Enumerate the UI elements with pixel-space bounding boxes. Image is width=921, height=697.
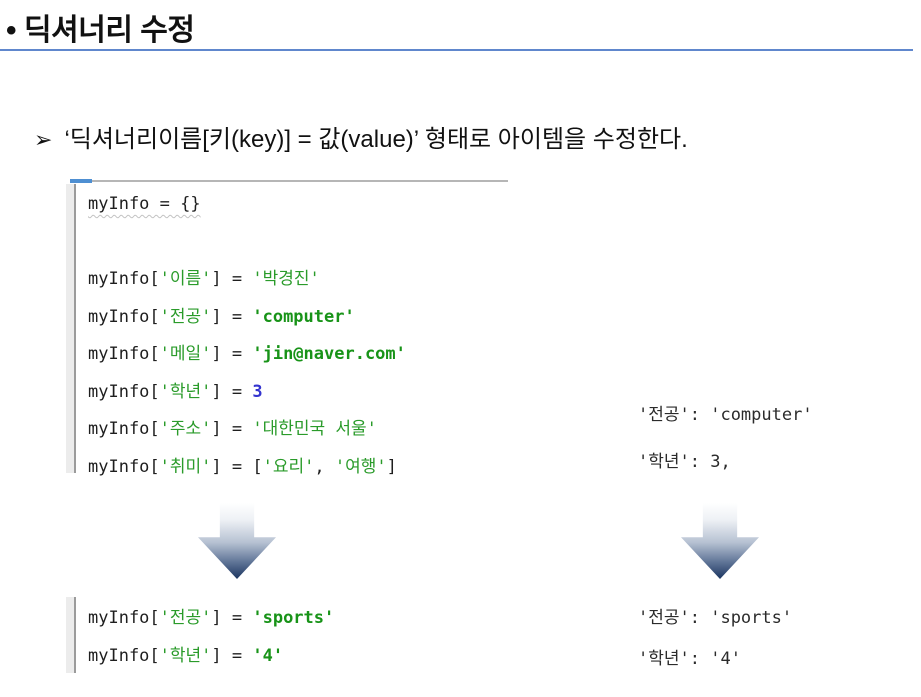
code-line: myInfo['전공'] = 'computer': [88, 299, 406, 337]
output-block-after: '전공': 'sports' '학년': '4': [638, 598, 792, 680]
code-gutter-after: [66, 597, 76, 673]
subtitle-text: ‘딕셔너리이름[키(key)] = 값(value)’ 형태로 아이템을 수정한…: [64, 126, 688, 153]
code-token: myInfo[: [88, 608, 160, 628]
code-token: '박경진': [252, 269, 320, 289]
code-token: '학년': [159, 645, 212, 666]
code-window-top-border: [70, 180, 508, 182]
code-token: myInfo[: [88, 269, 160, 289]
code-token: '이름': [159, 269, 212, 289]
code-block-before: myInfo = {} myInfo['이름'] = '박경진' myInfo['전…: [88, 186, 406, 486]
code-token: '학년': [159, 381, 212, 402]
code-token: 3: [252, 381, 263, 402]
code-token: '전공': [159, 608, 212, 628]
code-gutter-before: [66, 184, 76, 473]
code-token: ] =: [211, 608, 253, 628]
code-line: myInfo = {}: [88, 186, 406, 224]
code-line: myInfo['전공'] = 'sports': [88, 600, 334, 638]
code-token: ] =: [211, 645, 253, 666]
down-arrow-icon: [681, 503, 759, 579]
code-token: ] =: [211, 381, 253, 402]
page-title-text: 딕셔너리 수정: [24, 14, 195, 47]
title-bullet-icon: •: [6, 14, 17, 47]
code-token: '요리': [262, 456, 315, 477]
code-token: ] =: [211, 344, 253, 364]
code-line: myInfo['학년'] = 3: [88, 374, 406, 412]
title-divider: [0, 49, 913, 51]
code-token: 'jin@naver.com': [252, 344, 406, 364]
code-line: myInfo['주소'] = '대한민국 서울': [88, 411, 406, 449]
down-arrow-icon: [198, 503, 276, 579]
code-line: '전공': 'computer': [638, 405, 813, 425]
output-block-before: '전공': 'computer' '학년': 3,: [638, 392, 813, 486]
code-token: '주소': [159, 419, 212, 439]
code-token: ]: [386, 456, 397, 477]
code-block-after: myInfo['전공'] = 'sports' myInfo['학년'] = '4…: [88, 600, 334, 675]
code-token: 'sports': [252, 608, 335, 628]
code-token: '전공': [159, 306, 212, 327]
code-token: '4': [252, 645, 284, 666]
code-token: myInfo[: [88, 306, 160, 327]
code-token: myInfo[: [88, 645, 160, 666]
code-token: ,: [314, 456, 335, 477]
code-line: myInfo['취미'] = ['요리', '여행']: [88, 449, 406, 487]
code-token: myInfo[: [88, 419, 160, 439]
code-line: myInfo['이름'] = '박경진': [88, 261, 406, 299]
code-line: '학년': 3,: [638, 452, 731, 472]
code-token: myInfo[: [88, 456, 160, 477]
code-token: myInfo = {}: [88, 194, 201, 214]
code-token: '대한민국 서울': [252, 419, 377, 439]
code-token: '여행': [334, 456, 387, 477]
code-token: 'computer': [252, 306, 355, 327]
code-token: ] =: [211, 269, 253, 289]
code-token: ] =: [211, 306, 253, 327]
code-token: myInfo[: [88, 381, 160, 402]
code-line: myInfo['메일'] = 'jin@naver.com': [88, 336, 406, 374]
code-token: ] = [: [211, 456, 263, 477]
code-line: myInfo['학년'] = '4': [88, 638, 334, 676]
code-token: myInfo[: [88, 344, 160, 364]
code-line: '학년': '4': [638, 649, 741, 669]
code-line: '전공': 'sports': [638, 608, 793, 628]
page-title: • 딕셔너리 수정: [6, 5, 195, 49]
code-window-scrollbar-accent: [70, 179, 92, 183]
code-token: ] =: [211, 419, 253, 439]
code-token: '메일': [159, 344, 212, 364]
subtitle: ➢ ‘딕셔너리이름[키(key)] = 값(value)’ 형태로 아이템을 수정…: [34, 119, 688, 154]
code-token: '취미': [159, 456, 212, 477]
slide: • 딕셔너리 수정 ➢ ‘딕셔너리이름[키(key)] = 값(value)’ 형태…: [0, 0, 921, 697]
arrow-bullet-icon: ➢: [34, 127, 53, 152]
